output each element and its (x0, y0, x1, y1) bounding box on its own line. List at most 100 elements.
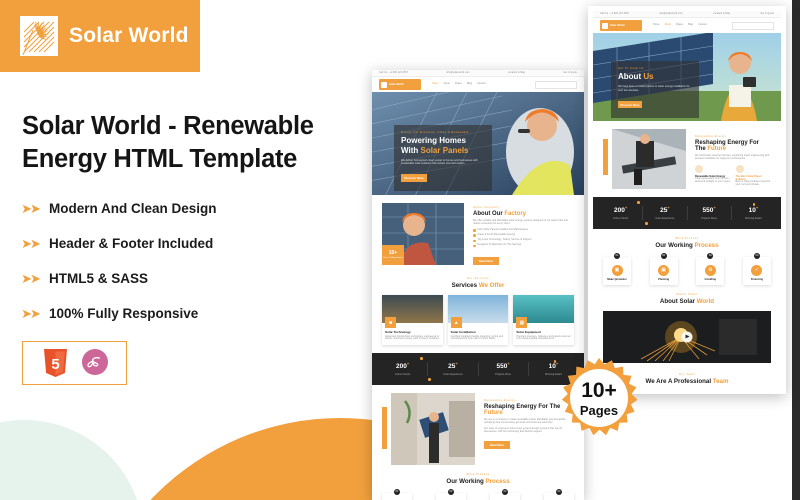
nav-link-home[interactable]: Home (653, 24, 660, 27)
nav-link-about[interactable]: About (444, 83, 451, 86)
hero-title-text: About (618, 72, 644, 81)
service-card[interactable]: ▦ Solar Equipment Premium inverters, bat… (513, 295, 575, 346)
double-chevron-right-icon: ➤➤ (21, 201, 41, 217)
nav-link-contact[interactable]: Contact (477, 83, 486, 86)
leaf-icon (735, 164, 744, 173)
about-page-preview[interactable]: Call Us : +1 800 123 4567 info@solarworl… (588, 6, 786, 394)
topbar-location: Location & Map (712, 12, 731, 15)
nav-link-pages[interactable]: Pages (455, 83, 462, 86)
hero-eyebrow: Get To Know Us (618, 67, 644, 70)
about-section: 10+ Years Of Experience About Company Ab… (372, 195, 584, 275)
nav-link-about[interactable]: About (665, 24, 672, 27)
topbar-quote: Get A Quote (563, 71, 577, 74)
promo-panel: Solar World Solar World - Renewable Ener… (0, 0, 360, 500)
topbar-email: info@solarworld.com (659, 12, 683, 15)
service-card-title: Solar Installation (450, 330, 476, 335)
stat-suffix: + (455, 361, 458, 367)
stat-item: 25+ Years Experience (428, 361, 479, 376)
solar-grid-logo-icon (20, 16, 58, 56)
about-bullet-label: Fully Solar Panels Installed And Mainten… (477, 228, 528, 231)
play-button-icon[interactable] (681, 331, 693, 343)
about-image: 10+ Years Of Experience (382, 203, 464, 265)
process-step[interactable]: 01 ▣ Make Quotation (382, 488, 412, 500)
pages-label: Pages (579, 402, 619, 418)
hero-title-accent: Solar Panels (420, 145, 469, 155)
step-number: 03 (502, 488, 508, 495)
nav-links[interactable]: Home About Pages Blog Contact (653, 24, 707, 27)
nav-logo[interactable]: Solar World (379, 79, 421, 90)
service-card[interactable]: ▲ Solar Installation Certified installer… (447, 295, 509, 346)
video-eyebrow: Watch Video (676, 292, 698, 296)
process-step[interactable]: 03 ⚙ Installing (696, 252, 725, 285)
nav-link-contact[interactable]: Contact (698, 24, 707, 27)
reshaping-cta-button[interactable]: Read More (484, 441, 510, 450)
stat-value: 200+ (599, 206, 642, 215)
gear-icon: ⚙ (704, 264, 716, 276)
process-step[interactable]: 01 ▣ Make Quotation (603, 252, 631, 285)
step-connector-icon: → (638, 274, 642, 279)
feature-item: ➤➤ Header & Footer Included (21, 236, 360, 252)
experience-label: Years Of Experience (383, 256, 403, 259)
double-chevron-right-icon: ➤➤ (21, 306, 41, 322)
nav-link-blog[interactable]: Blog (467, 83, 472, 86)
accent-dot-icon (752, 203, 755, 206)
about-bullet: Designed To Maximize On The Savings (473, 244, 574, 248)
home-page-preview[interactable]: Call Us : +1 800 123 4567 info@solarworl… (372, 70, 584, 500)
video-player[interactable] (603, 310, 771, 363)
experience-number: 10+ (388, 249, 398, 256)
stat-number: 550 (496, 363, 508, 371)
page-title: Solar World - Renewable Energy HTML Temp… (22, 112, 314, 173)
step-number: 04 (556, 488, 562, 495)
process-step[interactable]: 04 ✓ Financing (544, 488, 574, 500)
bullet-dot-icon (473, 244, 476, 248)
service-card-image: ▦ (513, 295, 575, 329)
process-step[interactable]: 03 ⚙ Installing (490, 488, 520, 500)
service-card-desc: Certified installers handle mounting, wi… (450, 335, 504, 341)
process-title-text: Our Working (446, 477, 486, 485)
team-title-accent: Team (712, 377, 729, 385)
services-eyebrow: Our Services (466, 277, 490, 281)
preview-navbar[interactable]: Solar World Home About Pages Blog Contac… (372, 77, 584, 92)
team-card[interactable]: Mike Gordon Founder f t in b (646, 391, 685, 394)
process-step[interactable]: 04 ✓ Financing (742, 252, 771, 285)
preview-navbar[interactable]: Solar World Home About Pages Blog Contac… (593, 18, 781, 33)
nav-link-home[interactable]: Home (432, 83, 439, 86)
process-steps: 01 ▣ Make Quotation → 02 ▣ Planning → 03… (603, 252, 771, 285)
search-input[interactable] (535, 80, 577, 89)
stat-number: 200 (396, 363, 407, 371)
step-title: Installing (704, 277, 716, 281)
service-card-desc: Advanced photovoltaic technology enginee… (385, 335, 440, 341)
step-connector-icon: → (685, 274, 689, 279)
hero-title-line2: With (401, 145, 421, 155)
stat-label: Active Clients (395, 372, 411, 376)
nav-link-blog[interactable]: Blog (688, 24, 693, 27)
video-title-text: About Solar (659, 297, 697, 305)
reshaping-mini-features: Renewable Solar Energy Clean generation … (695, 164, 771, 187)
reshaping-image (612, 129, 686, 189)
team-card[interactable]: Tom Sheridan CEO f t in b (732, 391, 771, 394)
accent-dot-icon (420, 357, 423, 360)
hero-cta-button[interactable]: Discover More (401, 174, 427, 183)
process-eyebrow: Work Process (675, 236, 699, 240)
solar-grid-logo-icon (602, 22, 608, 29)
nav-logo[interactable]: Solar World (600, 20, 642, 31)
reshaping-row: Renewable Energy Reshaping Energy For Th… (603, 129, 771, 189)
process-section: Work Process Our Working Process 01 ▣ Ma… (372, 473, 584, 500)
stat-item: 200+ Active Clients (378, 362, 429, 376)
stat-value: 550+ (688, 206, 731, 215)
hero-cta-button[interactable]: Discover More (618, 101, 642, 109)
feature-label: Header & Footer Included (49, 236, 214, 252)
process-step[interactable]: 02 ▣ Planning (649, 252, 678, 285)
team-card[interactable]: Martin Brian Technician f t in b (689, 391, 728, 394)
about-cta-button[interactable]: Read More (473, 257, 499, 266)
process-step[interactable]: 02 ▣ Planning (436, 488, 466, 500)
nav-link-pages[interactable]: Pages (676, 24, 683, 27)
nav-links[interactable]: Home About Pages Blog Contact (432, 83, 486, 86)
service-card[interactable]: ■ Solar Technology Advanced photovoltaic… (382, 295, 443, 346)
process-title-text: Our Working (655, 241, 695, 249)
process-section: Work Process Our Working Process 01 ▣ Ma… (593, 229, 781, 293)
search-input[interactable] (732, 21, 774, 30)
hero-title-line1: Powering Homes (401, 136, 466, 145)
accent-bar (382, 406, 387, 449)
about-paragraph: We offer reliable and affordable solar e… (473, 220, 568, 225)
